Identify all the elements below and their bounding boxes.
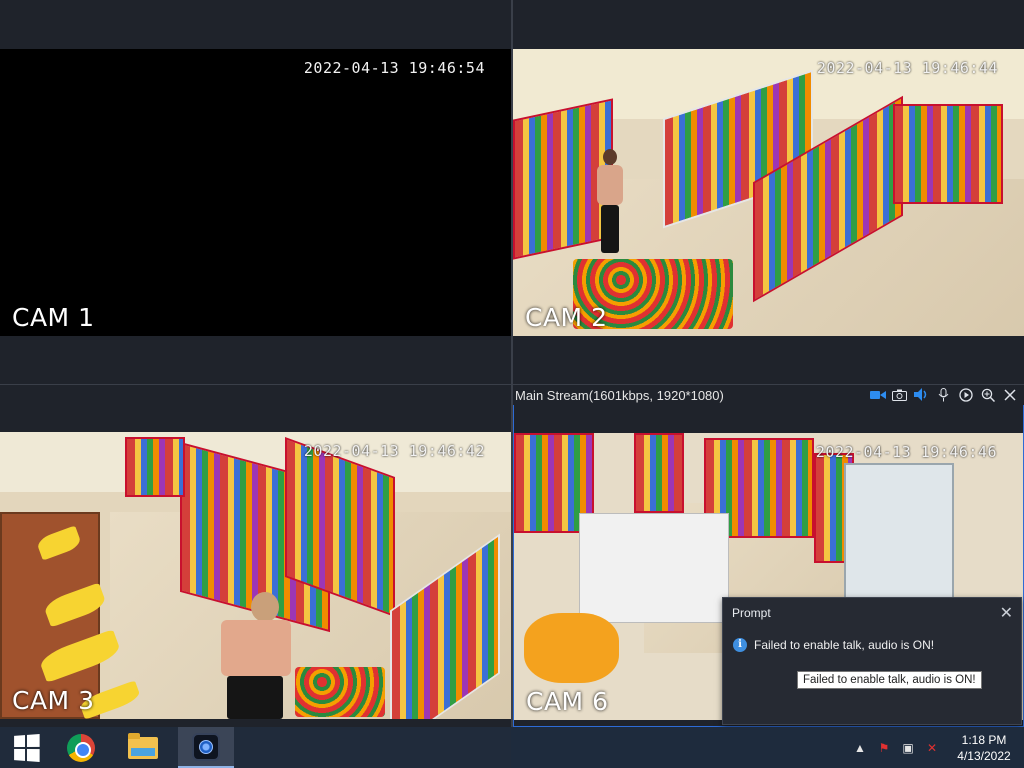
stream-toolbar xyxy=(869,386,1018,403)
taskbar-file-explorer[interactable] xyxy=(117,727,169,768)
stream-info-bar: Main Stream(1601kbps, 1920*1080) xyxy=(513,385,1024,405)
cash-counter xyxy=(579,513,729,623)
close-icon[interactable] xyxy=(1001,386,1018,403)
close-icon[interactable]: ✕ xyxy=(1000,603,1013,623)
info-icon: i xyxy=(733,638,747,652)
camera-label: CAM 2 xyxy=(525,303,608,332)
camera-video-1: 2022-04-13 19:46:54 CAM 1 xyxy=(0,49,511,336)
snapshot-icon[interactable] xyxy=(891,386,908,403)
chevron-up-icon[interactable]: ▲ xyxy=(848,741,872,755)
store-shelf xyxy=(893,104,1003,204)
taskbar: ▲ ⚑ ▣ ✕ 1:18 PM 4/13/2022 xyxy=(0,727,1024,768)
network-icon[interactable]: ▣ xyxy=(896,741,920,755)
store-shelf xyxy=(634,433,684,513)
prompt-message: Failed to enable talk, audio is ON! xyxy=(754,638,935,652)
camera-timestamp: 2022-04-13 19:46:46 xyxy=(815,443,997,461)
camera-label: CAM 6 xyxy=(526,687,609,716)
camera-cell-3[interactable]: 2022-04-13 19:46:42 CAM 3 xyxy=(0,385,511,727)
grid-divider xyxy=(511,0,513,727)
camera-label: CAM 3 xyxy=(12,686,95,715)
camera-cell-2[interactable]: 2022-04-13 19:46:44 CAM 2 xyxy=(513,0,1024,384)
shopper xyxy=(215,592,305,719)
camera-timestamp: 2022-04-13 19:46:42 xyxy=(303,442,485,460)
stream-info-text: Main Stream(1601kbps, 1920*1080) xyxy=(515,387,724,403)
clock-time: 1:18 PM xyxy=(961,732,1007,747)
cctv-client-window: 2022-04-13 19:46:54 CAM 1 2022-04-13 19:… xyxy=(0,0,1024,768)
produce-display xyxy=(295,667,385,717)
speaker-icon[interactable] xyxy=(913,386,930,403)
camera-app-icon xyxy=(192,732,220,761)
camera-video-3: 2022-04-13 19:46:42 CAM 3 xyxy=(0,432,511,719)
flag-icon[interactable]: ⚑ xyxy=(872,741,896,755)
camera-cell-1[interactable]: 2022-04-13 19:46:54 CAM 1 xyxy=(0,0,511,384)
taskbar-camera-client[interactable] xyxy=(178,727,234,768)
system-tray: ▲ ⚑ ▣ ✕ 1:18 PM 4/13/2022 xyxy=(848,727,1024,768)
folder-icon xyxy=(128,732,158,759)
taskbar-chrome[interactable] xyxy=(55,727,107,768)
fridge xyxy=(844,463,954,603)
clock[interactable]: 1:18 PM 4/13/2022 xyxy=(944,732,1024,764)
volume-muted-icon[interactable]: ✕ xyxy=(920,741,944,755)
play-icon[interactable] xyxy=(957,386,974,403)
camera-timestamp: 2022-04-13 19:46:54 xyxy=(303,59,485,77)
clock-date: 4/13/2022 xyxy=(957,748,1011,763)
chrome-icon xyxy=(67,733,95,762)
shopper xyxy=(593,149,633,259)
microphone-icon[interactable] xyxy=(935,386,952,403)
camera-video-2: 2022-04-13 19:46:44 CAM 2 xyxy=(513,49,1024,336)
start-button[interactable] xyxy=(0,727,52,768)
camera-label: CAM 1 xyxy=(12,303,95,332)
orange-bag xyxy=(524,613,619,683)
store-shelf xyxy=(125,437,185,497)
record-icon[interactable] xyxy=(869,386,886,403)
prompt-title: Prompt xyxy=(732,606,771,620)
zoom-icon[interactable] xyxy=(979,386,996,403)
prompt-dialog: Prompt ✕ i Failed to enable talk, audio … xyxy=(722,597,1022,725)
tooltip: Failed to enable talk, audio is ON! xyxy=(797,671,982,689)
camera-timestamp: 2022-04-13 19:46:44 xyxy=(816,59,998,77)
windows-icon xyxy=(14,733,40,762)
